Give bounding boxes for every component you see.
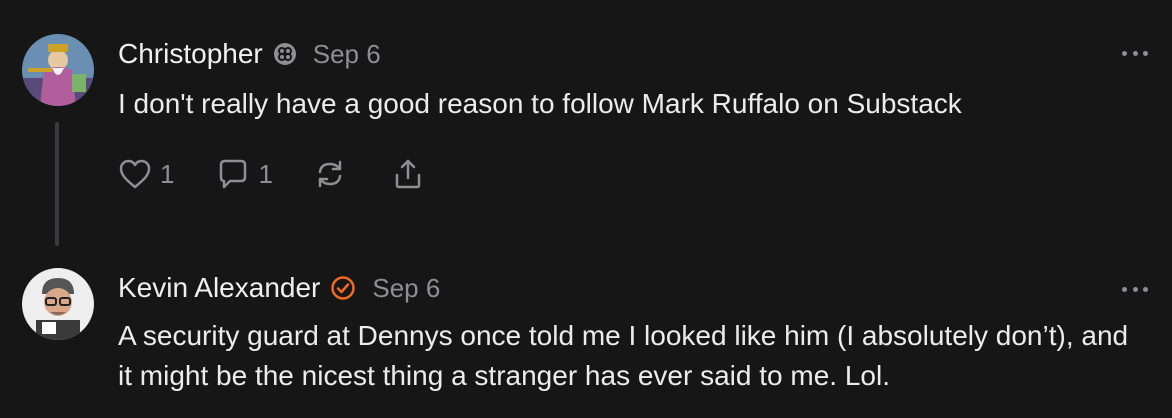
verified-check-icon: [330, 275, 356, 301]
note-header: Kevin Alexander Sep 6: [118, 270, 440, 306]
like-button[interactable]: 1: [118, 158, 174, 190]
note-header: Christopher Sep 6: [118, 36, 381, 72]
comment-count: 1: [258, 158, 273, 189]
like-count: 1: [160, 158, 175, 189]
note-actions: 1 1: [118, 154, 425, 194]
comment-icon: [216, 157, 250, 191]
avatar[interactable]: [22, 268, 94, 340]
note-date[interactable]: Sep 6: [313, 39, 381, 70]
note-text: A security guard at Dennys once told me …: [118, 320, 1129, 391]
share-icon: [391, 157, 425, 191]
restack-icon: [313, 157, 347, 191]
thread-line: [55, 122, 59, 246]
substack-founding-badge-icon: [273, 42, 297, 66]
note-text: I don't really have a good reason to fol…: [118, 88, 962, 119]
note-kevin-alexander[interactable]: Kevin Alexander Sep 6 A security guard a…: [0, 250, 1172, 418]
heart-icon: [118, 158, 152, 190]
author-name[interactable]: Christopher: [118, 38, 263, 70]
ellipsis-icon[interactable]: [1122, 48, 1148, 58]
comment-button[interactable]: 1: [216, 157, 273, 191]
note-date[interactable]: Sep 6: [372, 273, 440, 304]
author-name[interactable]: Kevin Alexander: [118, 272, 320, 304]
avatar[interactable]: [22, 34, 94, 106]
share-button[interactable]: [391, 157, 425, 191]
restack-button[interactable]: [313, 157, 347, 191]
ellipsis-icon[interactable]: [1122, 284, 1148, 294]
note-christopher[interactable]: Christopher Sep 6 I don't really have a …: [0, 0, 1172, 250]
